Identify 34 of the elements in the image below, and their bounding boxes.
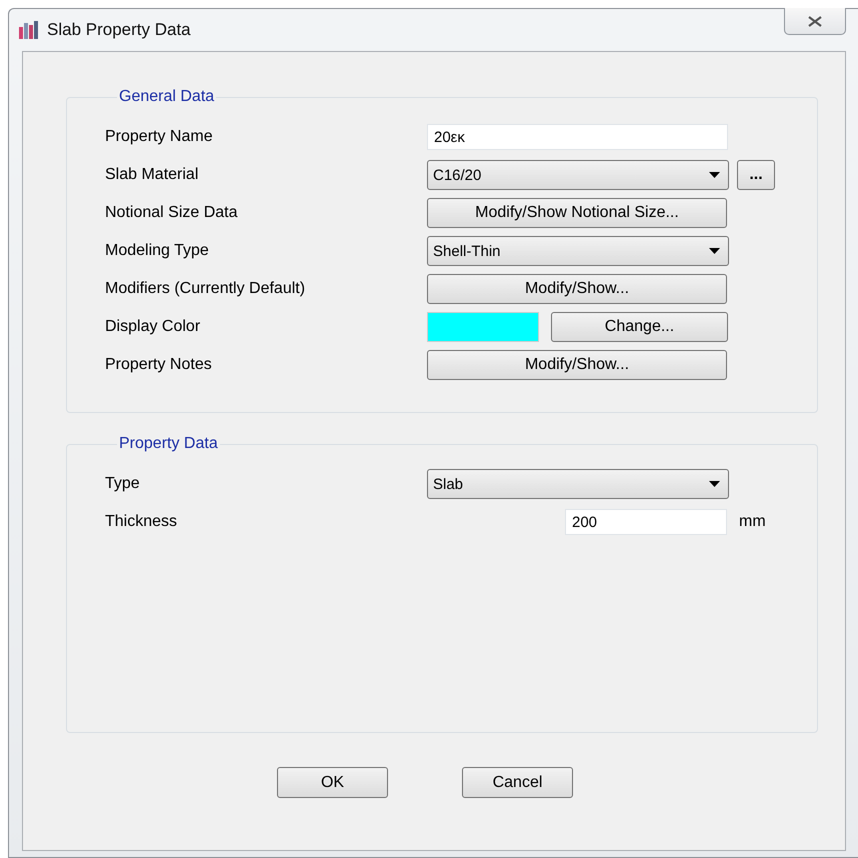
field-label: Slab Material [105, 166, 200, 184]
field-label: Notional Size Data [105, 204, 239, 222]
dropdown-arrow-icon [709, 172, 720, 178]
group-title: General Data [118, 88, 216, 106]
dialog-button[interactable]: Cancel [462, 767, 573, 798]
field-label: Type [105, 475, 141, 493]
modify-button[interactable]: Modify/Show Notional Size... [427, 198, 727, 228]
unit-label: mm [739, 513, 766, 531]
change-button[interactable]: Change... [551, 312, 728, 342]
thickness-field[interactable]: 200 [565, 509, 727, 535]
field-label: Modifiers (Currently Default) [105, 280, 306, 298]
field-label: Property Notes [105, 356, 213, 374]
field-label: Modeling Type [105, 242, 210, 260]
dropdown-value: Slab [433, 476, 464, 492]
dialog-button[interactable]: OK [277, 767, 388, 798]
field-label: Display Color [105, 318, 202, 336]
dropdown[interactable]: Shell-Thin [427, 236, 729, 266]
window-title: Slab Property Data [47, 20, 191, 40]
field-label: Property Name [105, 128, 214, 146]
dropdown-arrow-icon [709, 481, 720, 487]
dropdown[interactable]: C16/20 [427, 160, 729, 190]
app-icon [19, 21, 39, 39]
modify-button[interactable]: Modify/Show... [427, 274, 727, 304]
property-name-field[interactable]: 20εκ [427, 124, 728, 150]
modify-button[interactable]: Modify/Show... [427, 350, 727, 380]
group-title: Property Data [118, 435, 219, 453]
more-button[interactable]: ... [737, 160, 775, 190]
dropdown[interactable]: Slab [427, 469, 729, 499]
dropdown-value: Shell-Thin [433, 242, 501, 260]
close-button[interactable] [784, 8, 846, 35]
close-icon [807, 16, 823, 26]
dropdown-arrow-icon [709, 248, 720, 254]
dropdown-value: C16/20 [433, 166, 482, 184]
field-label: Thickness [105, 513, 178, 531]
